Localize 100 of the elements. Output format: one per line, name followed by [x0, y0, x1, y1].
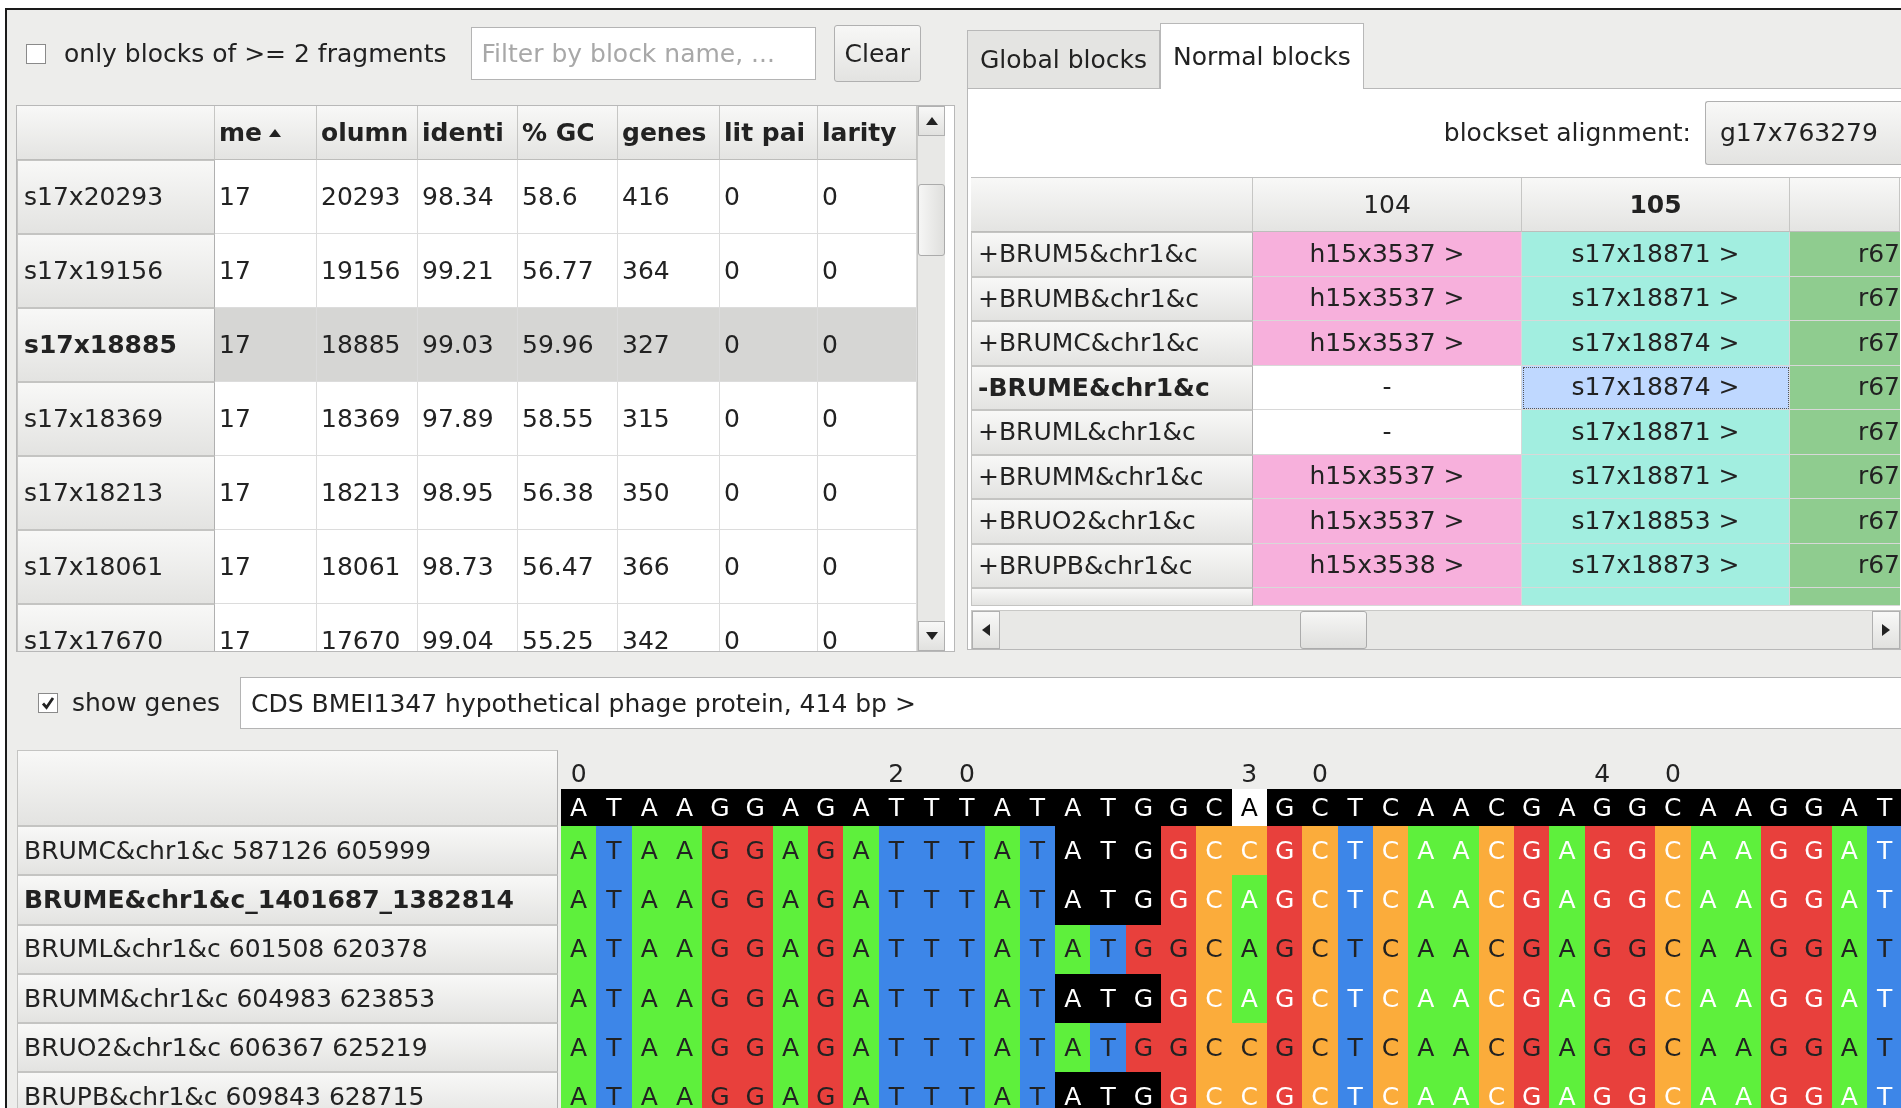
tab[interactable]: Global blocks	[967, 30, 1161, 88]
row-header[interactable]: BRUO2&chr1&c 606367 625219	[17, 1023, 558, 1073]
table-cell[interactable]	[1522, 588, 1790, 606]
table-cell[interactable]: h15x3538 >	[1253, 543, 1522, 588]
ruler-label: 3 0	[1240, 759, 1329, 789]
scrollbar-thumb[interactable]	[918, 184, 945, 256]
field-label: blockset alignment:	[1443, 118, 1691, 148]
table-cell: 17	[215, 382, 317, 456]
gene-field[interactable]: CDS BMEI1347 hypothetical phage protein, 414 bp >	[240, 677, 1901, 729]
row-header[interactable]: BRUML&chr1&c 601508 620378	[17, 924, 558, 974]
column-header[interactable]: 104	[1253, 178, 1522, 232]
table-cell[interactable]: s17x18871 >	[1522, 454, 1790, 499]
column-header[interactable]	[1790, 178, 1900, 232]
table-cell[interactable]: s17x18873 >	[1522, 543, 1790, 588]
table-cell: 56.47	[518, 530, 618, 604]
tab[interactable]: Normal blocks	[1160, 23, 1364, 89]
table-cell: 18213	[317, 456, 418, 530]
table-cell[interactable]: h15x3537 >	[1253, 321, 1522, 366]
column-header[interactable]: % GC	[518, 106, 618, 160]
row-header[interactable]: s17x18885	[17, 308, 215, 382]
row-header[interactable]: -BRUME&chr1&c	[971, 365, 1253, 410]
scroll-down-button[interactable]	[918, 621, 945, 651]
scrollbar-thumb[interactable]	[1300, 611, 1367, 649]
row-header[interactable]: s17x19156	[17, 234, 215, 308]
table-cell: 98.34	[418, 160, 518, 234]
row-header[interactable]: BRUME&chr1&c_1401687_1382814	[17, 875, 558, 925]
table-cell[interactable]: r67	[1790, 321, 1900, 366]
table-cell[interactable]	[1790, 588, 1900, 606]
table-cell: 97.89	[418, 382, 518, 456]
filter-field[interactable]: Filter by block name, ...	[470, 27, 816, 80]
clear-button[interactable]: Clear	[833, 25, 921, 82]
table-cell[interactable]: r67	[1790, 454, 1900, 499]
table-cell[interactable]: h15x3537 >	[1253, 454, 1522, 499]
alignment-dropdown[interactable]: g17x763279	[1705, 101, 1901, 165]
sequence-row: A T A A G G A G A T T T A T A T G G C A G C T C A A C G A G G C A A G G A T	[561, 973, 1901, 1024]
checkbox[interactable]	[38, 693, 58, 713]
table-cell[interactable]	[1253, 588, 1522, 606]
row-header[interactable]: s17x20293	[17, 160, 215, 234]
table-cell: 315	[618, 382, 720, 456]
table-cell: 0	[720, 308, 818, 382]
table-cell[interactable]: r67	[1790, 543, 1900, 588]
column-header[interactable]: genes	[618, 106, 720, 160]
horizontal-scrollbar[interactable]	[971, 610, 1901, 649]
table-cell[interactable]: r67	[1790, 410, 1900, 455]
table-cell[interactable]: r67	[1790, 276, 1900, 321]
row-header[interactable]	[971, 588, 1253, 606]
table-cell[interactable]: h15x3537 >	[1253, 499, 1522, 544]
row-header[interactable]: +BRUMB&chr1&c	[971, 276, 1253, 321]
row-header[interactable]: +BRUM5&chr1&c	[971, 232, 1253, 277]
row-header[interactable]: +BRUPB&chr1&c	[971, 543, 1253, 588]
table-cell[interactable]: r67	[1790, 365, 1900, 410]
row-header[interactable]: s17x18213	[17, 456, 215, 530]
table-cell: 17	[215, 530, 317, 604]
sequence-row: A T A A G G A G A T T T A T A T G G C A G C T C A A C G A G G C A A G G A T	[561, 924, 1901, 974]
row-header[interactable]: BRUMM&chr1&c 604983 623853	[17, 973, 558, 1024]
column-header[interactable]: 105	[1522, 178, 1790, 232]
column-header[interactable]: larity	[818, 106, 917, 160]
ruler-label: 4 0	[1593, 759, 1682, 789]
column-header[interactable]: olumn	[317, 106, 418, 160]
checkbox[interactable]	[26, 43, 46, 64]
table-cell: 17	[215, 456, 317, 530]
table-cell: 0	[720, 456, 818, 530]
table-cell: 59.96	[518, 308, 618, 382]
row-header[interactable]: s17x17670	[17, 604, 215, 651]
scroll-up-button[interactable]	[918, 106, 945, 136]
table-cell: 350	[618, 456, 720, 530]
table-cell: 98.73	[418, 530, 518, 604]
sequence-row: A T A A G G A G A T T T A T A T G G C C G C T C A A C G A G G C A A G G A T	[561, 1072, 1901, 1108]
table-cell[interactable]: s17x18874 >	[1522, 321, 1790, 366]
row-header[interactable]: +BRUMC&chr1&c	[971, 321, 1253, 366]
table-cell[interactable]: h15x3537 >	[1253, 276, 1522, 321]
row-header[interactable]: BRUMC&chr1&c 587126 605999	[17, 826, 558, 876]
table-cell[interactable]: r67	[1790, 232, 1900, 277]
table-cell[interactable]: -	[1253, 410, 1522, 455]
table-cell[interactable]: s17x18853 >	[1522, 499, 1790, 544]
row-header[interactable]: s17x18369	[17, 382, 215, 456]
row-header[interactable]: BRUPB&chr1&c 609843 628715	[17, 1072, 558, 1108]
row-header[interactable]: +BRUML&chr1&c	[971, 410, 1253, 455]
scroll-right-button[interactable]	[1872, 611, 1900, 649]
table-cell: 0	[720, 530, 818, 604]
table-cell: 0	[720, 160, 818, 234]
column-header[interactable]: lit pai	[720, 106, 818, 160]
row-header[interactable]: s17x18061	[17, 530, 215, 604]
scroll-left-button[interactable]	[972, 611, 1000, 649]
table-cell[interactable]: s17x18871 >	[1522, 410, 1790, 455]
table-cell[interactable]: -	[1253, 365, 1522, 410]
table-cell[interactable]: s17x18871 >	[1522, 276, 1790, 321]
table-cell[interactable]: r67	[1790, 499, 1900, 544]
vertical-scrollbar[interactable]	[917, 106, 945, 651]
row-header[interactable]: +BRUO2&chr1&c	[971, 499, 1253, 544]
sequence-row: A T A A G G A G A T T T A T A T G G C A G C T C A A C G A G G C A A G G A T	[561, 875, 1901, 925]
table-cell: 18885	[317, 308, 418, 382]
table-cell: 17	[215, 308, 317, 382]
table-cell[interactable]: s17x18874 >	[1522, 365, 1790, 410]
table-cell[interactable]: s17x18871 >	[1522, 232, 1790, 277]
table-cell: 17	[215, 160, 317, 234]
column-header[interactable]: me	[215, 106, 317, 160]
row-header[interactable]: +BRUMM&chr1&c	[971, 454, 1253, 499]
column-header[interactable]: identi	[418, 106, 518, 160]
table-cell[interactable]: h15x3537 >	[1253, 232, 1522, 277]
